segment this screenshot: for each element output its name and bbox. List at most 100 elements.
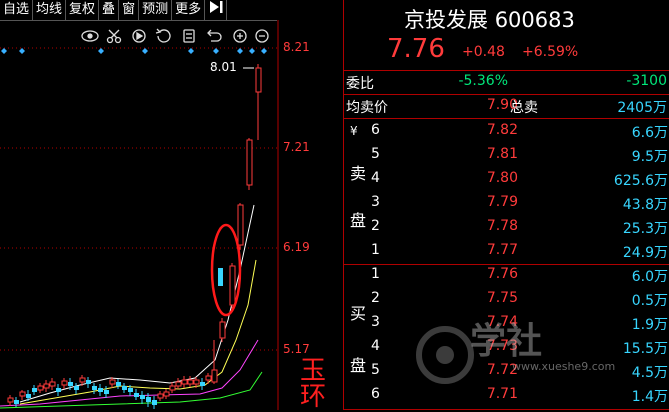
stock-app-window: 自选 均线 复权 叠 窗 预测 更多 8.01 8.21 7.21 6.19 5…	[0, 0, 669, 410]
ask-row[interactable]: 1 7.77 24.9万	[344, 242, 669, 261]
candle-body	[229, 265, 236, 306]
candlesticks	[7, 64, 262, 409]
moving-average-lines	[0, 204, 263, 409]
bid-level: 5	[371, 362, 380, 378]
candle-body	[140, 395, 145, 399]
ask-volume: 9.5万	[631, 149, 668, 165]
candle-body	[19, 391, 26, 397]
weibi-diff: -3100	[626, 73, 667, 89]
undo-icon[interactable]	[207, 29, 222, 42]
candle-body	[255, 67, 262, 93]
candle-body	[74, 386, 79, 390]
avg-ask-label: 均卖价	[346, 100, 388, 116]
ask-row[interactable]: 3 7.79 43.8万	[344, 194, 669, 213]
watermark-brand: 学社	[470, 321, 543, 362]
candle-body	[146, 397, 151, 402]
ask-volume: 25.3万	[622, 221, 668, 237]
candle-body	[122, 386, 127, 390]
ask-price: 7.82	[486, 122, 518, 138]
ask-level: 1	[371, 242, 380, 258]
divider	[344, 118, 669, 119]
price-tick-1: 8.21	[283, 40, 310, 54]
bid-level: 4	[371, 338, 380, 354]
play-icon[interactable]	[132, 29, 146, 43]
candle-body	[37, 385, 44, 391]
annotation-circle	[210, 223, 242, 317]
kline-chart-panel[interactable]: 自选 均线 复权 叠 窗 预测 更多 8.01 8.21 7.21 6.19 5…	[0, 0, 343, 410]
candle-body	[14, 400, 19, 404]
candle-body	[26, 394, 31, 398]
candle-body	[175, 381, 182, 387]
zoom-out-icon[interactable]	[255, 29, 269, 43]
ask-row[interactable]: 2 7.78 25.3万	[344, 218, 669, 237]
candle-body	[49, 381, 56, 387]
settings-icon[interactable]	[183, 29, 195, 43]
candle-body	[246, 139, 253, 186]
candle-body	[157, 393, 164, 399]
ask-price: 7.81	[486, 146, 518, 162]
candle-body	[104, 390, 109, 394]
ma5-line	[19, 204, 255, 403]
eye-icon[interactable]	[81, 30, 99, 42]
last-price: 7.76	[387, 34, 445, 64]
candle-body	[43, 383, 50, 389]
candle-body	[86, 380, 91, 384]
ask-level: 4	[371, 170, 380, 186]
divider	[344, 70, 669, 71]
candle-body	[7, 397, 14, 403]
bid-level: 2	[371, 290, 380, 306]
candle-body	[181, 379, 188, 385]
candle-body	[92, 386, 97, 390]
bid-volume: 6.0万	[631, 269, 668, 285]
ask-row[interactable]: 5 7.81 9.5万	[344, 146, 669, 165]
ask-volume: 625.6万	[613, 173, 668, 189]
ask-row[interactable]: 6 7.82 6.6万	[344, 122, 669, 141]
candle-body	[152, 400, 157, 405]
ask-level: 5	[371, 146, 380, 162]
candle-body	[128, 388, 133, 392]
candle-body	[193, 379, 200, 385]
watermark-url: www.xueshe9.com	[512, 360, 616, 373]
candle-body	[109, 379, 116, 385]
divider	[344, 94, 669, 95]
ask-row[interactable]: 4 7.80 625.6万	[344, 170, 669, 189]
candle-body	[237, 204, 244, 246]
candle-body	[79, 377, 86, 383]
ask-volume: 6.6万	[631, 125, 668, 141]
bid-price: 7.76	[486, 266, 518, 282]
candle-body	[218, 268, 223, 286]
zoom-in-icon[interactable]	[233, 29, 247, 43]
annotation-text: 玉环	[300, 356, 327, 412]
refresh-icon[interactable]	[155, 28, 171, 43]
price-tick-3: 6.19	[283, 240, 310, 254]
ask-price: 7.79	[486, 194, 518, 210]
divider	[344, 264, 669, 265]
candle-body	[163, 391, 170, 397]
candle-body	[211, 369, 218, 383]
total-ask-volume: 2405万	[617, 100, 667, 116]
price-tick-4: 5.17	[283, 342, 310, 356]
total-ask-label: 总卖	[510, 100, 538, 116]
weibi-label: 委比	[346, 76, 374, 92]
candle-body	[134, 393, 139, 397]
ask-volume: 24.9万	[622, 245, 668, 261]
high-price-label: 8.01	[210, 60, 237, 74]
price-row: 7.76 +0.48 +6.59%	[344, 34, 669, 66]
candle-body	[68, 382, 73, 386]
ask-level: 2	[371, 218, 380, 234]
bid-price: 7.75	[486, 290, 518, 306]
candle-body	[56, 388, 61, 392]
stock-name: 京投发展	[404, 8, 488, 32]
weibi-percent: -5.36%	[458, 73, 508, 89]
candle-body	[116, 382, 121, 386]
bid-row[interactable]: 1 7.76 6.0万	[344, 266, 669, 285]
candle-body	[61, 380, 68, 386]
candle-body	[205, 375, 212, 381]
candle-body	[32, 388, 37, 392]
candle-body	[187, 379, 194, 385]
bid-level: 1	[371, 266, 380, 282]
bid-level: 6	[371, 386, 380, 402]
scissors-icon[interactable]	[106, 29, 122, 44]
candle-body	[169, 385, 176, 391]
ask-price: 7.80	[486, 170, 518, 186]
